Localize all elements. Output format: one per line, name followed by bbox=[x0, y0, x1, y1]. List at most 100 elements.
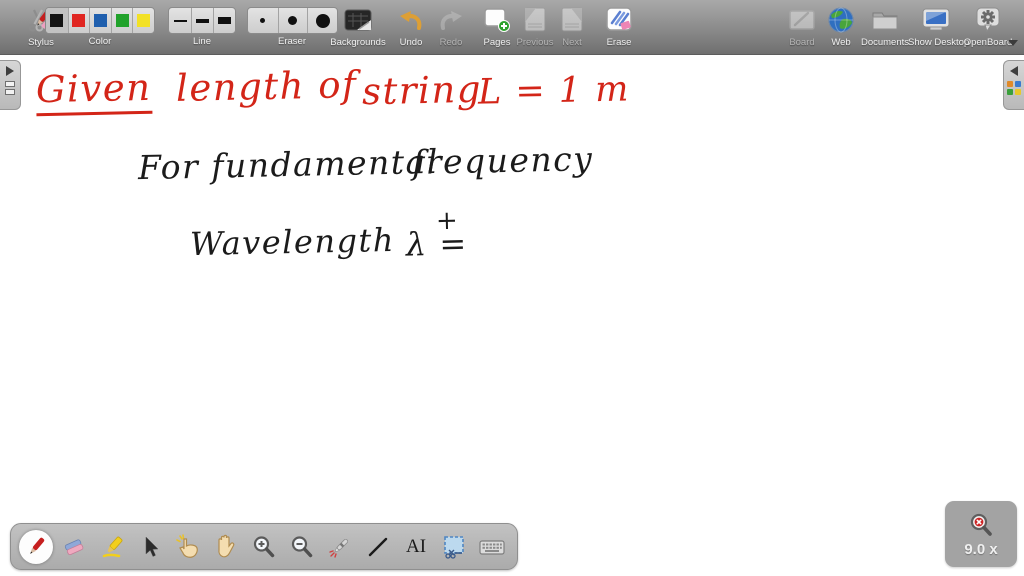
swatch-blue bbox=[93, 14, 107, 27]
next-page-button[interactable]: Next bbox=[552, 0, 592, 48]
line-thin-icon bbox=[173, 19, 187, 22]
color-swatch-yellow[interactable] bbox=[132, 8, 154, 33]
redo-label: Redo bbox=[439, 37, 463, 48]
show-desktop-label: Show Desktop bbox=[908, 37, 970, 48]
interact-tool-button[interactable] bbox=[171, 530, 205, 564]
capture-icon bbox=[444, 535, 464, 559]
redo-button[interactable]: Redo bbox=[430, 0, 472, 48]
keyboard-icon bbox=[479, 539, 505, 555]
board-mode-button[interactable]: Board bbox=[780, 0, 824, 48]
pen-icon bbox=[30, 537, 45, 554]
documents-folder-icon bbox=[858, 4, 912, 36]
eraser-small-button[interactable] bbox=[248, 8, 278, 33]
backgrounds-label: Backgrounds bbox=[330, 37, 386, 48]
line-icon bbox=[368, 537, 388, 556]
openboard-window: Stylus Color Line Eraser Backgrounds Und… bbox=[0, 0, 1024, 576]
highlighter-icon bbox=[102, 536, 123, 557]
handwriting-l-equals-1m: L = 1 m bbox=[477, 69, 631, 113]
swatch-green bbox=[115, 14, 129, 27]
line-thick-button[interactable] bbox=[213, 8, 235, 33]
whiteboard-canvas[interactable]: Given length of string L = 1 m For funda… bbox=[0, 56, 1024, 576]
zoom-in-icon bbox=[253, 535, 275, 557]
handwriting-for-fundamental: For fundamental bbox=[137, 141, 440, 188]
show-desktop-button[interactable]: Show Desktop bbox=[908, 0, 970, 48]
openboard-menu-caret-icon[interactable] bbox=[1008, 40, 1018, 46]
erase-page-label: Erase bbox=[606, 37, 632, 48]
board-mode-label: Board bbox=[789, 37, 815, 48]
color-swatch-green[interactable] bbox=[110, 8, 133, 33]
color-swatch-red[interactable] bbox=[67, 8, 90, 33]
next-page-label: Next bbox=[562, 37, 582, 48]
openboard-menu-button[interactable]: OpenBoard bbox=[962, 0, 1014, 48]
pointing-hand-icon bbox=[176, 533, 198, 558]
erase-page-button[interactable]: Erase bbox=[596, 0, 642, 48]
line-medium-button[interactable] bbox=[191, 8, 213, 33]
zoom-reset-button[interactable]: 9.0 x bbox=[945, 501, 1017, 567]
color-picker-group bbox=[45, 7, 155, 34]
laser-pointer-tool-button[interactable] bbox=[323, 530, 357, 564]
tools-toolbar: AI bbox=[10, 523, 518, 570]
capture-tool-button[interactable] bbox=[437, 530, 471, 564]
eraser-small-icon bbox=[260, 18, 266, 23]
zoom-level-label: 9.0 x bbox=[964, 540, 998, 558]
line-tool-button[interactable] bbox=[361, 530, 395, 564]
handwriting-frequency: frequency bbox=[411, 139, 594, 182]
backgrounds-button[interactable]: Backgrounds bbox=[328, 0, 388, 48]
next-page-icon bbox=[552, 4, 592, 36]
eraser-medium-button[interactable] bbox=[277, 8, 308, 33]
eraser-size-group bbox=[247, 7, 338, 34]
zoom-in-tool-button[interactable] bbox=[247, 530, 281, 564]
backgrounds-icon bbox=[328, 4, 388, 36]
swatch-red bbox=[72, 14, 86, 27]
handwriting-given: Given bbox=[35, 66, 152, 117]
line-group-label: Line bbox=[193, 36, 211, 47]
line-thick-icon bbox=[218, 17, 231, 24]
undo-button[interactable]: Undo bbox=[390, 0, 432, 48]
color-swatch-blue[interactable] bbox=[89, 8, 111, 33]
line-thin-button[interactable] bbox=[169, 8, 191, 33]
zoom-out-icon bbox=[291, 535, 313, 557]
color-group-label: Color bbox=[88, 36, 112, 47]
line-medium-icon bbox=[196, 18, 209, 23]
highlighter-tool-button[interactable] bbox=[95, 530, 129, 564]
handwriting-lambda-equals: λ = bbox=[405, 224, 469, 264]
eraser-tool-button[interactable] bbox=[57, 530, 91, 564]
eraser-group-label: Eraser bbox=[278, 36, 306, 47]
handwriting-plus: + bbox=[435, 205, 460, 237]
top-toolbar: Stylus Color Line Eraser Backgrounds Und… bbox=[0, 0, 1024, 55]
swatch-yellow bbox=[137, 14, 151, 27]
stylus-label: Stylus bbox=[28, 37, 54, 48]
open-hand-icon bbox=[218, 534, 235, 557]
erase-page-icon bbox=[596, 4, 642, 36]
handwriting-length-of: length of bbox=[175, 63, 358, 110]
eraser-icon bbox=[64, 538, 84, 555]
text-tool-button[interactable]: AI bbox=[399, 530, 433, 564]
text-tool-glyph: AI bbox=[405, 535, 427, 557]
openboard-menu-label: OpenBoard bbox=[963, 37, 1013, 48]
handwriting-string: string bbox=[361, 67, 483, 114]
show-desktop-icon bbox=[908, 4, 964, 36]
web-mode-label: Web bbox=[831, 37, 851, 48]
handwriting-wavelength: Wavelength bbox=[189, 220, 396, 264]
documents-label: Documents bbox=[860, 37, 910, 48]
undo-label: Undo bbox=[399, 37, 423, 48]
redo-icon bbox=[430, 4, 472, 36]
swatch-black bbox=[50, 14, 64, 27]
zoom-out-tool-button[interactable] bbox=[285, 530, 319, 564]
zoom-reset-icon bbox=[970, 513, 992, 536]
cursor-arrow-icon bbox=[145, 535, 159, 557]
undo-icon bbox=[390, 4, 432, 36]
color-swatch-black[interactable] bbox=[46, 8, 68, 33]
board-mode-icon bbox=[780, 4, 824, 36]
web-globe-icon bbox=[822, 4, 860, 36]
laser-pointer-icon bbox=[329, 538, 349, 558]
web-mode-button[interactable]: Web bbox=[822, 0, 860, 48]
eraser-medium-icon bbox=[288, 16, 298, 25]
virtual-keyboard-tool-button[interactable] bbox=[475, 530, 509, 564]
pen-tool-button[interactable] bbox=[19, 529, 53, 564]
openboard-gear-icon bbox=[962, 4, 1014, 36]
documents-button[interactable]: Documents bbox=[858, 0, 912, 48]
line-width-group bbox=[168, 7, 236, 34]
pan-tool-button[interactable] bbox=[209, 530, 243, 564]
selector-tool-button[interactable] bbox=[133, 530, 167, 564]
